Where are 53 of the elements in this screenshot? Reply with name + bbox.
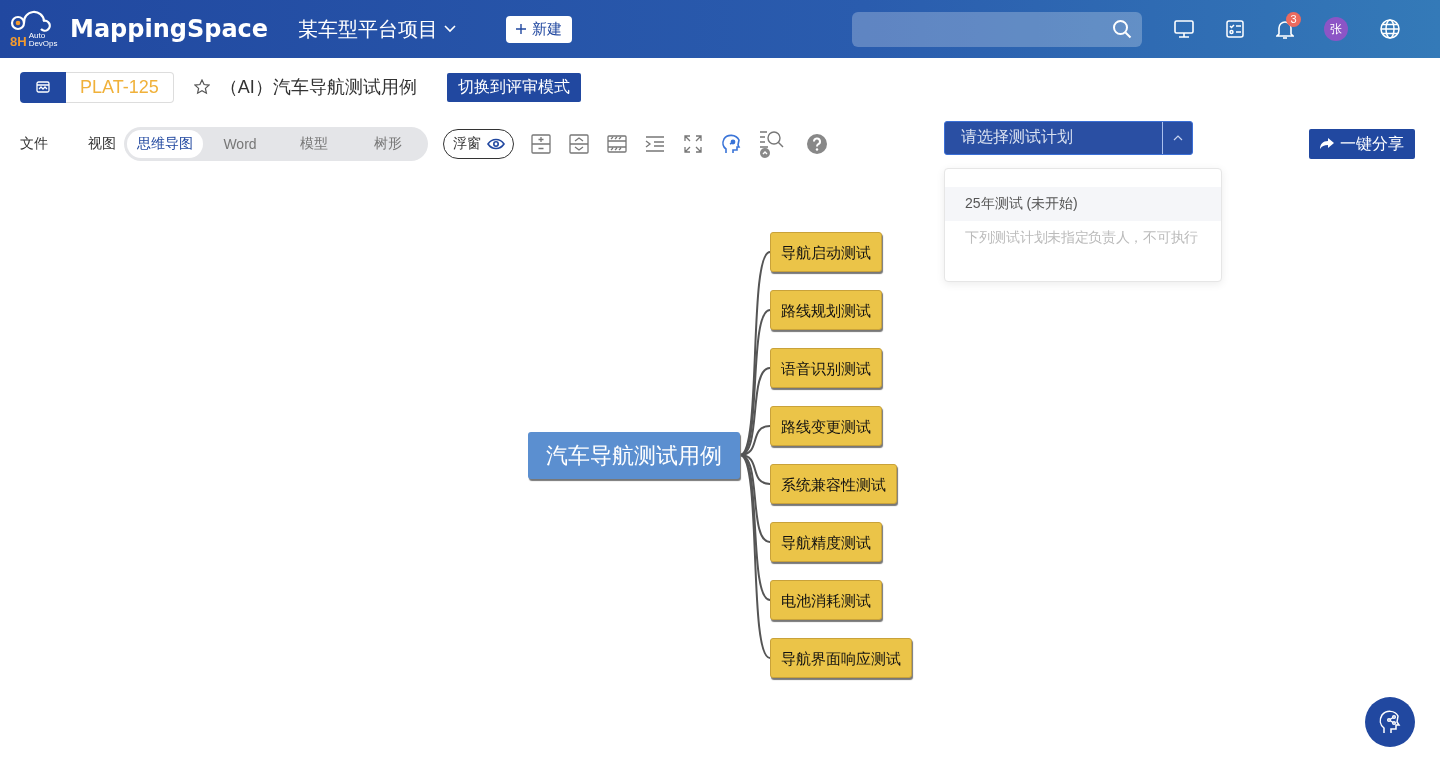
menu-item[interactable]: 视图	[88, 135, 116, 153]
search-field[interactable]	[852, 11, 1142, 47]
checklist-icon[interactable]	[1226, 20, 1244, 38]
review-mode-button[interactable]: 切换到评审模式	[446, 72, 581, 102]
topic-node[interactable]: 导航精度测试	[770, 522, 882, 562]
topic-node[interactable]: 电池消耗测试	[770, 580, 882, 620]
topic-node[interactable]: 路线规划测试	[770, 290, 882, 330]
ai-head-icon[interactable]	[720, 133, 742, 155]
logo-mark: 8H	[10, 35, 27, 48]
head-share-icon	[1377, 709, 1403, 735]
chevron-up-icon	[1172, 134, 1183, 141]
fullscreen-icon[interactable]	[682, 133, 704, 155]
logo-subtitle: Auto DevOps	[28, 32, 58, 48]
float-window-button[interactable]: 浮窗	[443, 129, 514, 159]
view-tab[interactable]: 模型	[277, 130, 351, 158]
share-arrow-icon	[1320, 138, 1334, 150]
topic-node[interactable]: 路线变更测试	[770, 406, 882, 446]
layout-icon[interactable]	[606, 133, 628, 155]
logo-icon	[10, 10, 52, 32]
view-tab[interactable]: Word	[203, 130, 277, 158]
chart-card-icon	[36, 81, 50, 93]
new-button[interactable]: 新建	[506, 15, 573, 43]
globe-icon[interactable]	[1380, 19, 1400, 39]
search-icon	[1112, 19, 1132, 39]
view-tab[interactable]: 思维导图	[127, 130, 203, 158]
chevron-down-icon	[444, 25, 457, 33]
notification-badge: 3	[1286, 11, 1301, 27]
star-icon[interactable]	[193, 79, 210, 95]
select-placeholder: 请选择测试计划	[960, 127, 1074, 147]
collapse-level-icon[interactable]	[568, 133, 590, 155]
expand-level-icon[interactable]	[530, 133, 552, 155]
document-id: PLAT-125	[66, 71, 174, 103]
plus-icon	[516, 24, 527, 34]
plan-option[interactable]: 25年测试 (未开始)	[945, 186, 1221, 221]
user-avatar[interactable]: 张	[1324, 17, 1348, 41]
indent-icon[interactable]	[644, 133, 666, 155]
topic-node[interactable]: 导航启动测试	[770, 232, 882, 272]
topic-node[interactable]: 导航界面响应测试	[770, 638, 912, 678]
plan-note: 下列测试计划未指定负责人，不可执行	[964, 227, 1199, 247]
brand-name: MappingSpace	[70, 15, 269, 43]
view-tab[interactable]: 树形	[351, 130, 425, 158]
topic-node[interactable]: 系统兼容性测试	[770, 464, 897, 504]
project-switcher[interactable]: 某车型平台项目	[298, 15, 457, 43]
help-icon[interactable]	[806, 133, 828, 155]
menu-item[interactable]: 文件	[20, 135, 48, 153]
search-outline-icon[interactable]	[758, 129, 786, 159]
topic-node[interactable]: 语音识别测试	[770, 348, 882, 388]
share-button[interactable]: 一键分享	[1309, 129, 1415, 159]
ai-assistant-button[interactable]	[1365, 697, 1415, 747]
monitor-icon[interactable]	[1174, 20, 1194, 38]
test-plan-select[interactable]: 请选择测试计划	[944, 120, 1193, 155]
document-title: （AI）汽车导航测试用例	[219, 76, 417, 99]
eye-icon	[487, 138, 505, 150]
